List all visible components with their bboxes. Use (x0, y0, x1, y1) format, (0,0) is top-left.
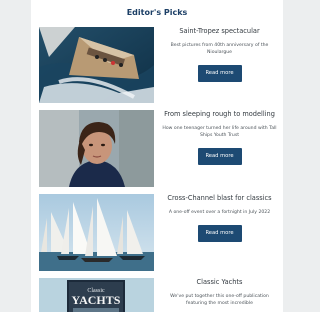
editors-picks-panel: Editor's Picks Saint-Tropez spectacular … (31, 0, 283, 312)
card-info: Classic Yachts We've put together this o… (160, 278, 279, 307)
read-more-button[interactable]: Read more (197, 64, 242, 82)
card-title[interactable]: Cross-Channel blast for classics (160, 194, 279, 204)
magazine-cover-photo[interactable]: Classic YACHTS (39, 278, 154, 312)
card-title[interactable]: Classic Yachts (160, 278, 279, 288)
card-info: Cross-Channel blast for classics A one-o… (160, 194, 279, 242)
card-info: From sleeping rough to modelling How one… (160, 110, 279, 165)
card-description: A one-off event over a fortnight in July… (168, 209, 271, 215)
card-description: How one teenager turned her life around … (162, 125, 277, 138)
read-more-button[interactable]: Read more (197, 147, 242, 165)
card-info: Saint-Tropez spectacular Best pictures f… (160, 27, 279, 82)
cover-masthead: YACHTS (72, 293, 121, 307)
racing-yacht-photo[interactable] (39, 27, 154, 103)
classic-sailboats-photo[interactable] (39, 194, 154, 271)
card-title[interactable]: Saint-Tropez spectacular (160, 27, 279, 37)
read-more-button[interactable]: Read more (197, 224, 242, 242)
card-description: We've put together this one-off publicat… (170, 293, 269, 306)
portrait-photo[interactable] (39, 110, 154, 187)
section-title: Editor's Picks (126, 8, 188, 17)
card-description: Best pictures from 40th anniversary of t… (170, 42, 269, 55)
card-title[interactable]: From sleeping rough to modelling (160, 110, 279, 120)
